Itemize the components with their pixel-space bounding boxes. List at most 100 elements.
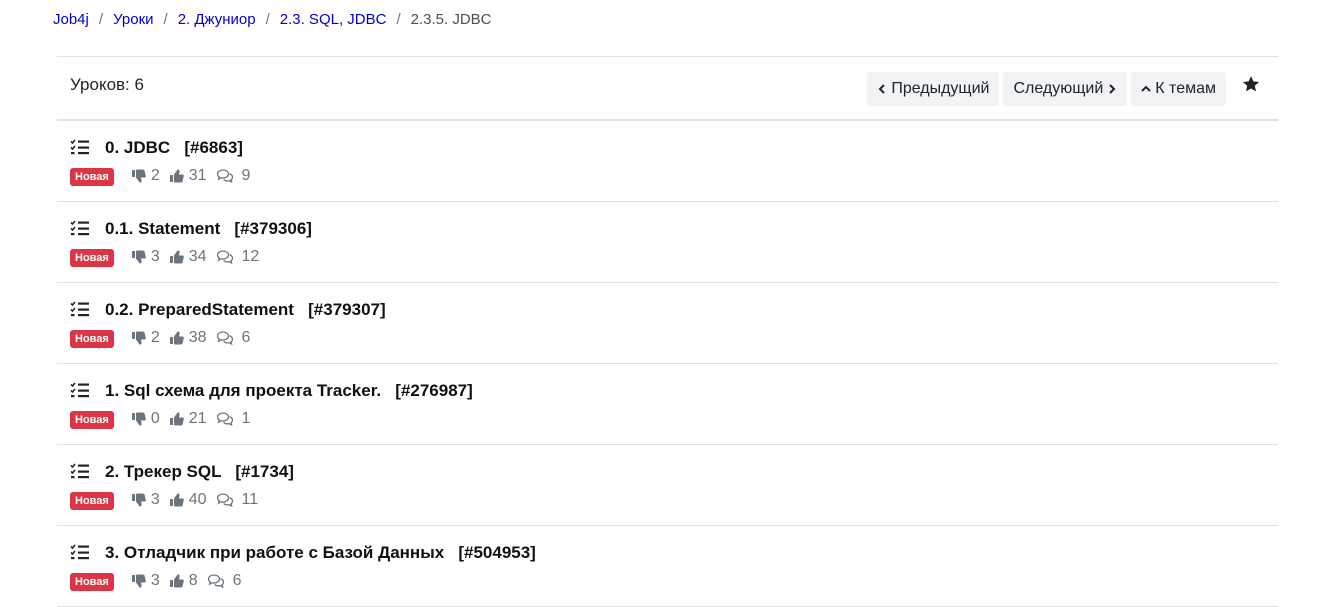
like-stat[interactable]: 40 [169,491,207,509]
dislike-stat[interactable]: 0 [131,410,160,428]
lesson-title-link[interactable]: 2. Трекер SQL [#1734] [105,462,294,482]
like-count: 31 [188,167,207,184]
thumbs-up-icon [169,169,184,183]
thumbs-up-icon [169,331,184,345]
status-badge: Новая [70,573,114,591]
comments-stat[interactable]: 12 [216,248,260,266]
dislike-count: 3 [150,248,160,265]
thumbs-up-icon [169,574,184,588]
chevron-left-icon [878,84,886,94]
lesson-meta: Новая 3 40 11 [70,490,258,510]
status-badge: Новая [70,411,114,429]
lesson-title-link[interactable]: 3. Отладчик при работе с Базой Данных [#… [105,543,536,563]
comments-stat[interactable]: 6 [216,329,251,347]
comment-count: 1 [241,410,251,427]
dislike-count: 2 [150,329,160,346]
breadcrumb: Job4j / Уроки / 2. Джуниор / 2.3. SQL, J… [53,8,492,30]
status-badge: Новая [70,492,114,510]
comments-stat[interactable]: 11 [216,491,259,509]
next-button[interactable]: Следующий [1003,72,1128,106]
thumbs-up-icon [169,412,184,426]
comment-count: 9 [241,167,251,184]
thumbs-down-icon [131,493,146,507]
chevron-up-icon [1141,85,1151,92]
thumbs-down-icon [131,250,146,264]
lesson-title-link[interactable]: 0.2. PreparedStatement [#379307] [105,300,386,320]
comments-icon [216,169,233,183]
breadcrumb-link-lessons[interactable]: Уроки [113,11,153,28]
thumbs-up-icon [169,250,184,264]
comment-count: 12 [241,248,260,265]
comments-icon [216,250,233,264]
like-stat[interactable]: 34 [169,248,207,266]
dislike-stat[interactable]: 3 [131,572,160,590]
dislike-count: 2 [150,167,160,184]
lesson-navigation: Предыдущий Следующий К темам [867,72,1226,106]
lesson-count: Уроков: 6 [70,75,144,94]
comment-count: 6 [232,572,242,589]
lesson-list: 0. JDBC [#6863] Новая 2 31 9 0.1. Statem… [57,121,1278,607]
dislike-count: 3 [150,572,160,589]
panel-header: Уроков: 6 Предыдущий Следующий К темам [57,57,1278,121]
task-list-icon [70,220,89,236]
lesson-row: 1. Sql схема для проекта Tracker. [#2769… [57,364,1278,445]
breadcrumb-link-junior[interactable]: 2. Джуниор [178,11,256,28]
dislike-stat[interactable]: 2 [131,329,160,347]
lesson-meta: Новая 3 8 6 [70,571,242,591]
next-button-label: Следующий [1013,80,1104,97]
previous-button[interactable]: Предыдущий [867,72,1000,106]
comments-stat[interactable]: 6 [207,572,242,590]
status-badge: Новая [70,330,114,348]
lesson-meta: Новая 2 38 6 [70,328,250,348]
previous-button-label: Предыдущий [891,80,990,97]
breadcrumb-current: 2.3.5. JDBC [410,10,492,28]
like-count: 8 [188,572,198,589]
task-list-icon [70,139,89,155]
dislike-stat[interactable]: 3 [131,491,160,509]
task-list-icon [70,382,89,398]
lesson-row: 0. JDBC [#6863] Новая 2 31 9 [57,121,1278,202]
comments-stat[interactable]: 1 [216,410,251,428]
lesson-meta: Новая 0 21 1 [70,409,250,429]
lesson-row: 2. Трекер SQL [#1734] Новая 3 40 11 [57,445,1278,526]
comments-icon [216,412,233,426]
to-topics-button[interactable]: К темам [1131,72,1226,106]
like-stat[interactable]: 31 [169,167,207,185]
thumbs-down-icon [131,331,146,345]
comments-icon [216,331,233,345]
comments-stat[interactable]: 9 [216,167,251,185]
thumbs-down-icon [131,574,146,588]
lesson-row: 0.1. Statement [#379306] Новая 3 34 12 [57,202,1278,283]
breadcrumb-separator: / [98,10,104,28]
lesson-row: 0.2. PreparedStatement [#379307] Новая 2… [57,283,1278,364]
like-count: 40 [188,491,207,508]
like-stat[interactable]: 8 [169,572,198,590]
task-list-icon [70,301,89,317]
breadcrumb-link-home[interactable]: Job4j [53,11,89,28]
breadcrumb-separator: / [163,10,168,28]
lesson-title-link[interactable]: 1. Sql схема для проекта Tracker. [#2769… [105,381,473,401]
like-stat[interactable]: 38 [169,329,207,347]
lesson-title-link[interactable]: 0. JDBC [#6863] [105,138,243,158]
dislike-stat[interactable]: 3 [131,248,160,266]
breadcrumb-separator: / [396,10,401,28]
like-count: 34 [188,248,207,265]
comment-count: 11 [241,491,259,508]
status-badge: Новая [70,168,114,186]
chevron-right-icon [1109,84,1116,94]
breadcrumb-link-sql-jdbc[interactable]: 2.3. SQL, JDBC [280,11,387,28]
dislike-count: 0 [150,410,160,427]
like-stat[interactable]: 21 [169,410,207,428]
breadcrumb-separator: / [265,10,270,28]
lesson-title-link[interactable]: 0.1. Statement [#379306] [105,219,312,239]
status-badge: Новая [70,249,114,267]
task-list-icon [70,463,89,479]
comments-icon [216,493,233,507]
comment-count: 6 [241,329,251,346]
comments-icon [207,574,224,588]
thumbs-up-icon [169,493,184,507]
thumbs-down-icon [131,412,146,426]
dislike-stat[interactable]: 2 [131,167,160,185]
star-icon[interactable] [1242,75,1260,93]
like-count: 38 [188,329,207,346]
